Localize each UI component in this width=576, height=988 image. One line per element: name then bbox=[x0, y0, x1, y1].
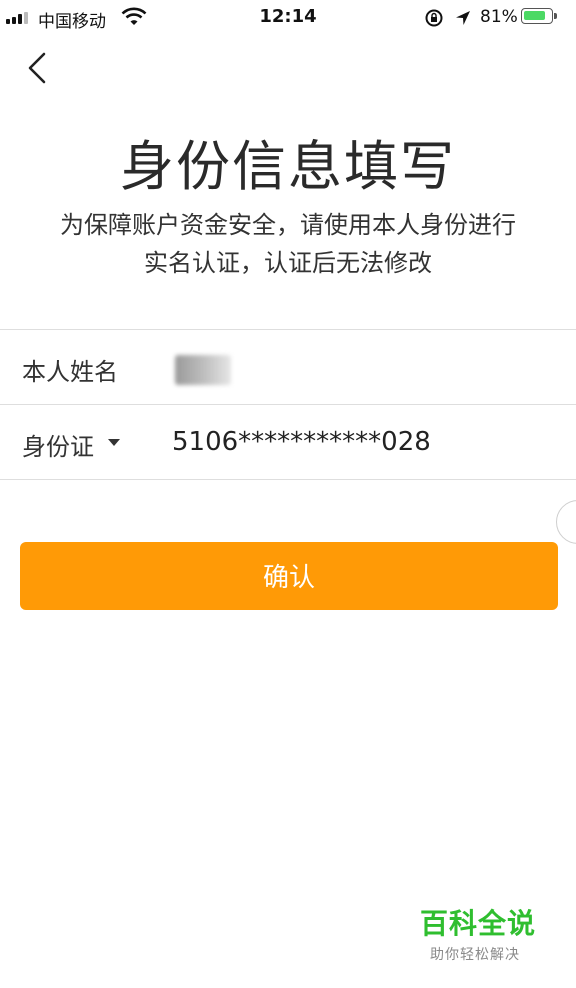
id-row: 身份证 5106***********028 bbox=[0, 404, 576, 480]
id-type-label: 身份证 bbox=[22, 433, 94, 461]
id-number-field[interactable]: 5106***********028 bbox=[172, 427, 431, 457]
battery-icon bbox=[521, 8, 557, 24]
name-input[interactable] bbox=[172, 348, 476, 388]
floating-assist-icon[interactable] bbox=[556, 500, 576, 544]
status-bar: 中国移动 12:14 81% bbox=[0, 0, 576, 36]
caret-down-icon[interactable] bbox=[108, 439, 120, 446]
back-button[interactable] bbox=[18, 48, 58, 88]
identity-form: 本人姓名 身份证 5106***********028 bbox=[0, 329, 576, 480]
name-label: 本人姓名 bbox=[22, 358, 118, 386]
rotation-lock-icon bbox=[425, 9, 443, 27]
battery-percent: 81% bbox=[480, 7, 518, 27]
watermark-logo: 百科全说 助你轻松解决 bbox=[420, 902, 560, 964]
subtitle-line-2: 实名认证，认证后无法修改 bbox=[144, 249, 432, 277]
watermark-title: 百科全说 bbox=[420, 907, 537, 940]
battery-fill bbox=[524, 11, 545, 20]
location-icon bbox=[456, 11, 470, 25]
watermark-subtitle: 助你轻松解决 bbox=[430, 947, 520, 963]
confirm-button[interactable]: 确认 bbox=[20, 542, 558, 610]
name-row: 本人姓名 bbox=[0, 329, 576, 404]
page-title: 身份信息填写 bbox=[120, 135, 456, 198]
subtitle-line-1: 为保障账户资金安全，请使用本人身份进行 bbox=[60, 211, 516, 239]
chevron-left-icon bbox=[28, 52, 46, 84]
